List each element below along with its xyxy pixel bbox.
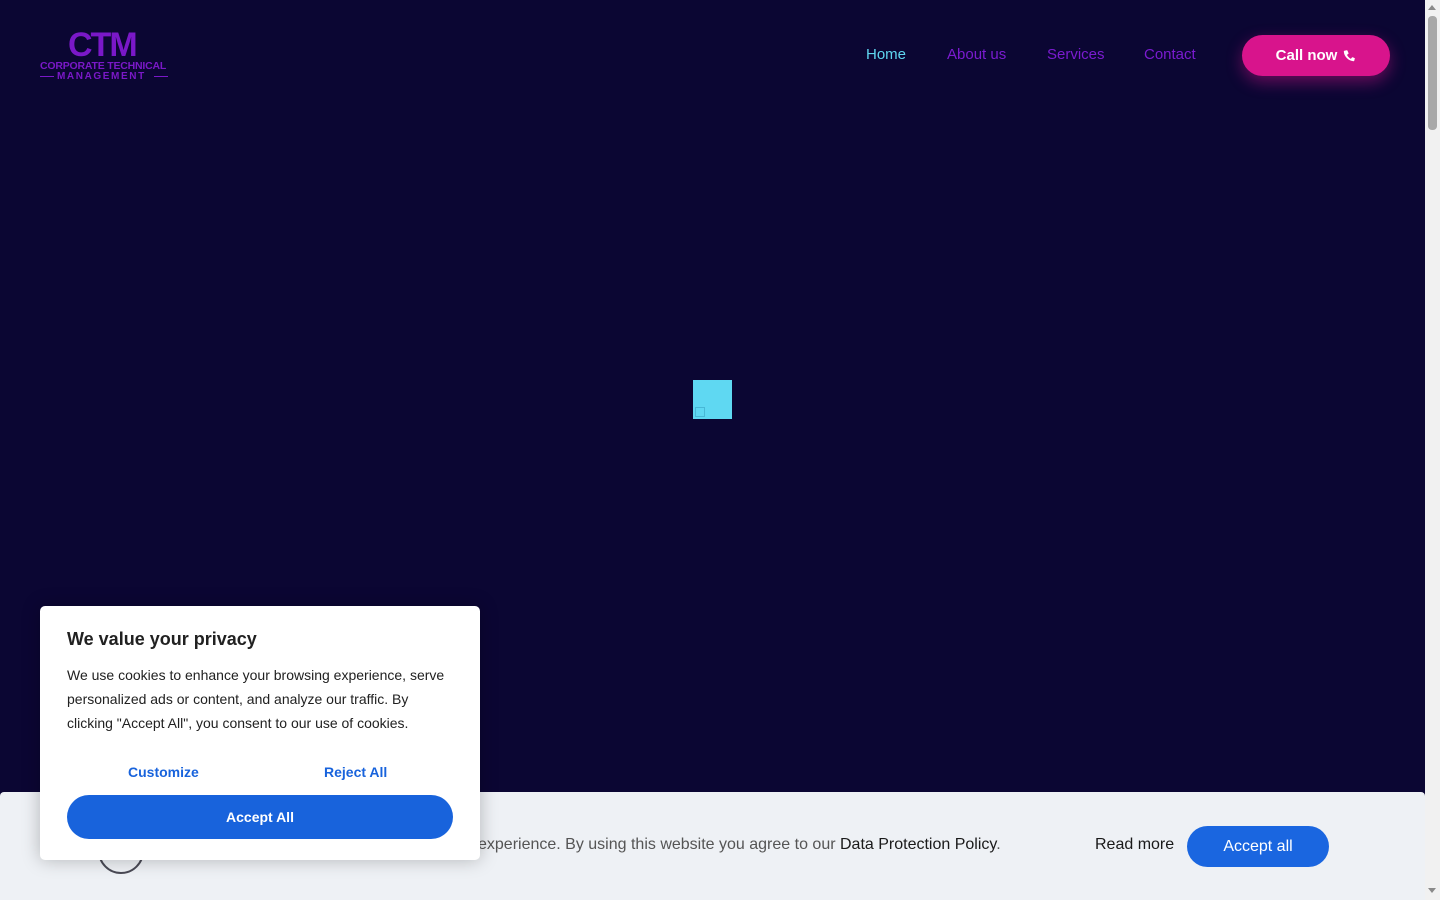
customize-button[interactable]: Customize: [128, 764, 199, 780]
nav-item-about-us[interactable]: About us: [947, 46, 1006, 63]
privacy-title: We value your privacy: [67, 629, 257, 649]
accept-all-button[interactable]: Accept All: [67, 795, 453, 839]
nav-item-home[interactable]: Home: [866, 46, 906, 63]
nav-item-contact[interactable]: Contact: [1144, 46, 1196, 63]
page-scrollbar[interactable]: [1425, 0, 1440, 900]
consent-bar-text-suffix: .: [996, 836, 1001, 853]
scroll-thumb[interactable]: [1428, 16, 1437, 130]
read-more-link[interactable]: Read more: [1095, 836, 1174, 854]
consent-bar-text-prefix: experience. By using this website you ag…: [478, 836, 840, 853]
privacy-description: We use cookies to enhance your browsing …: [67, 667, 445, 731]
nav-item-services[interactable]: Services: [1047, 46, 1105, 63]
consent-bar-text: experience. By using this website you ag…: [478, 836, 1001, 854]
logo-rule-left: [40, 76, 54, 77]
page-loader: [693, 380, 732, 419]
call-now-button[interactable]: Call now: [1242, 35, 1390, 76]
call-now-label: Call now: [1275, 47, 1338, 64]
phone-icon: [1344, 50, 1356, 62]
scroll-up-icon[interactable]: [1428, 5, 1436, 10]
logo-rule-right: [154, 76, 168, 77]
logo-line-2: MANAGEMENT: [57, 71, 146, 82]
loader-inner-square: [695, 407, 705, 417]
privacy-dialog: We value your privacy We use cookies to …: [40, 606, 480, 860]
scroll-down-icon[interactable]: [1428, 888, 1436, 893]
accept-all-bar-button[interactable]: Accept all: [1187, 826, 1329, 867]
reject-all-button[interactable]: Reject All: [324, 764, 387, 780]
site-header: CTM CORPORATE TECHNICAL MANAGEMENT Home …: [0, 0, 1425, 110]
data-protection-policy-link[interactable]: Data Protection Policy: [840, 836, 996, 853]
main-nav: Home About us Services Contact: [0, 46, 1425, 66]
